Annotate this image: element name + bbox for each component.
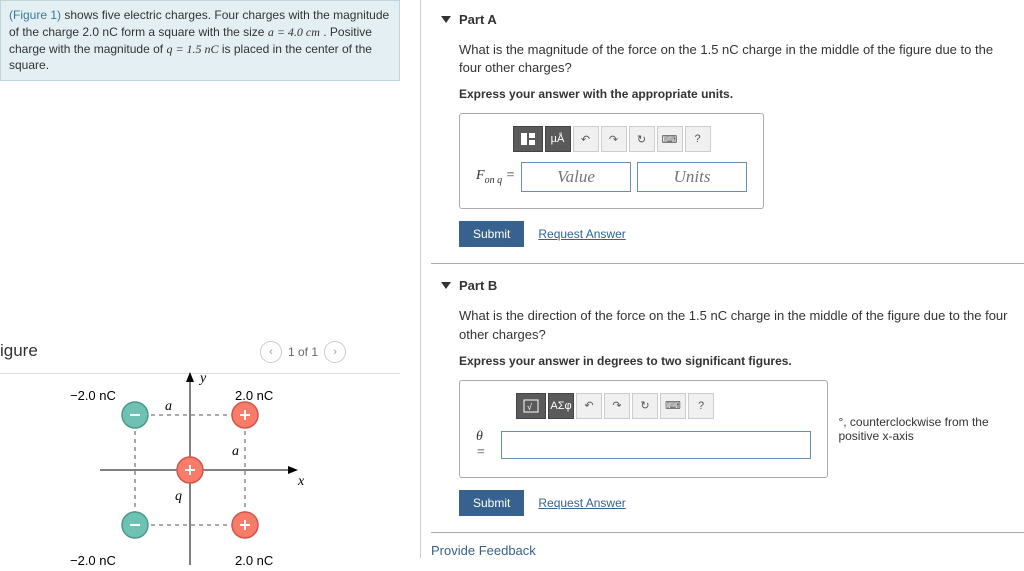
charge-top-left-label: −2.0 nC xyxy=(70,388,116,403)
units-angstrom-button[interactable]: µÅ xyxy=(545,126,571,152)
value-input[interactable] xyxy=(521,162,631,192)
section-divider xyxy=(431,263,1024,264)
part-a-answer-box: µÅ ↶ ↷ ↻ ⌨ ? Fon q = xyxy=(459,113,764,209)
submit-button[interactable]: Submit xyxy=(459,490,524,516)
request-answer-link[interactable]: Request Answer xyxy=(538,227,625,241)
provide-feedback-link[interactable]: Provide Feedback xyxy=(431,535,1024,558)
undo-icon[interactable]: ↶ xyxy=(576,393,602,419)
part-a-variable: Fon q = xyxy=(476,168,515,186)
template-icon[interactable] xyxy=(513,126,543,152)
problem-eq-2: q = 1.5 nC xyxy=(166,42,218,56)
x-axis-label: x xyxy=(297,474,305,489)
y-axis-label: y xyxy=(198,371,207,386)
charge-bottom-right-label: 2.0 nC xyxy=(235,553,273,568)
svg-text:√: √ xyxy=(527,402,532,412)
undo-icon[interactable]: ↶ xyxy=(573,126,599,152)
part-b-after-text: °, counterclockwise from the positive x-… xyxy=(838,415,1014,443)
reset-icon[interactable]: ↻ xyxy=(632,393,658,419)
part-a-instruction: Express your answer with the appropriate… xyxy=(459,87,1014,101)
part-a-header[interactable]: Part A xyxy=(431,0,1024,35)
figure-prev-button[interactable]: ‹ xyxy=(260,341,282,363)
units-input[interactable] xyxy=(637,162,747,192)
keyboard-icon[interactable]: ⌨ xyxy=(657,126,683,152)
reset-icon[interactable]: ↻ xyxy=(629,126,655,152)
q-label: q xyxy=(175,489,182,504)
charge-bottom-left-label: −2.0 nC xyxy=(70,553,116,568)
problem-eq-1: a = 4.0 cm xyxy=(268,25,320,39)
part-b-answer-box: √ ΑΣφ ↶ ↷ ↻ ⌨ ? θ = xyxy=(459,380,828,478)
problem-statement: (Figure 1) shows five electric charges. … xyxy=(0,0,400,81)
redo-icon[interactable]: ↷ xyxy=(604,393,630,419)
figure-heading: igure xyxy=(0,341,38,361)
charge-diagram: y x a a q −2.0 nC 2.0 nC −2.0 nC 2.0 nC xyxy=(60,370,320,570)
collapse-icon[interactable] xyxy=(441,282,451,289)
part-b-question: What is the direction of the force on th… xyxy=(459,307,1014,343)
template-icon[interactable]: √ xyxy=(516,393,546,419)
keyboard-icon[interactable]: ⌨ xyxy=(660,393,686,419)
help-icon[interactable]: ? xyxy=(685,126,711,152)
figure-nav-label: 1 of 1 xyxy=(288,345,318,359)
figure-next-button[interactable]: › xyxy=(324,341,346,363)
a-label-right: a xyxy=(232,444,239,459)
charge-top-right-label: 2.0 nC xyxy=(235,388,273,403)
collapse-icon[interactable] xyxy=(441,16,451,23)
section-divider xyxy=(431,532,1024,533)
part-b-title: Part B xyxy=(459,278,497,293)
part-b-instruction: Express your answer in degrees to two si… xyxy=(459,354,1014,368)
part-a-title: Part A xyxy=(459,12,497,27)
part-a-question: What is the magnitude of the force on th… xyxy=(459,41,1014,77)
request-answer-link[interactable]: Request Answer xyxy=(538,496,625,510)
figure-link[interactable]: (Figure 1) xyxy=(9,8,61,22)
help-icon[interactable]: ? xyxy=(688,393,714,419)
redo-icon[interactable]: ↷ xyxy=(601,126,627,152)
a-label-top: a xyxy=(165,399,172,414)
greek-symbols-button[interactable]: ΑΣφ xyxy=(548,393,574,419)
part-b-variable: θ = xyxy=(476,429,495,461)
angle-input[interactable] xyxy=(501,431,811,459)
submit-button[interactable]: Submit xyxy=(459,221,524,247)
part-b-header[interactable]: Part B xyxy=(431,266,1024,301)
